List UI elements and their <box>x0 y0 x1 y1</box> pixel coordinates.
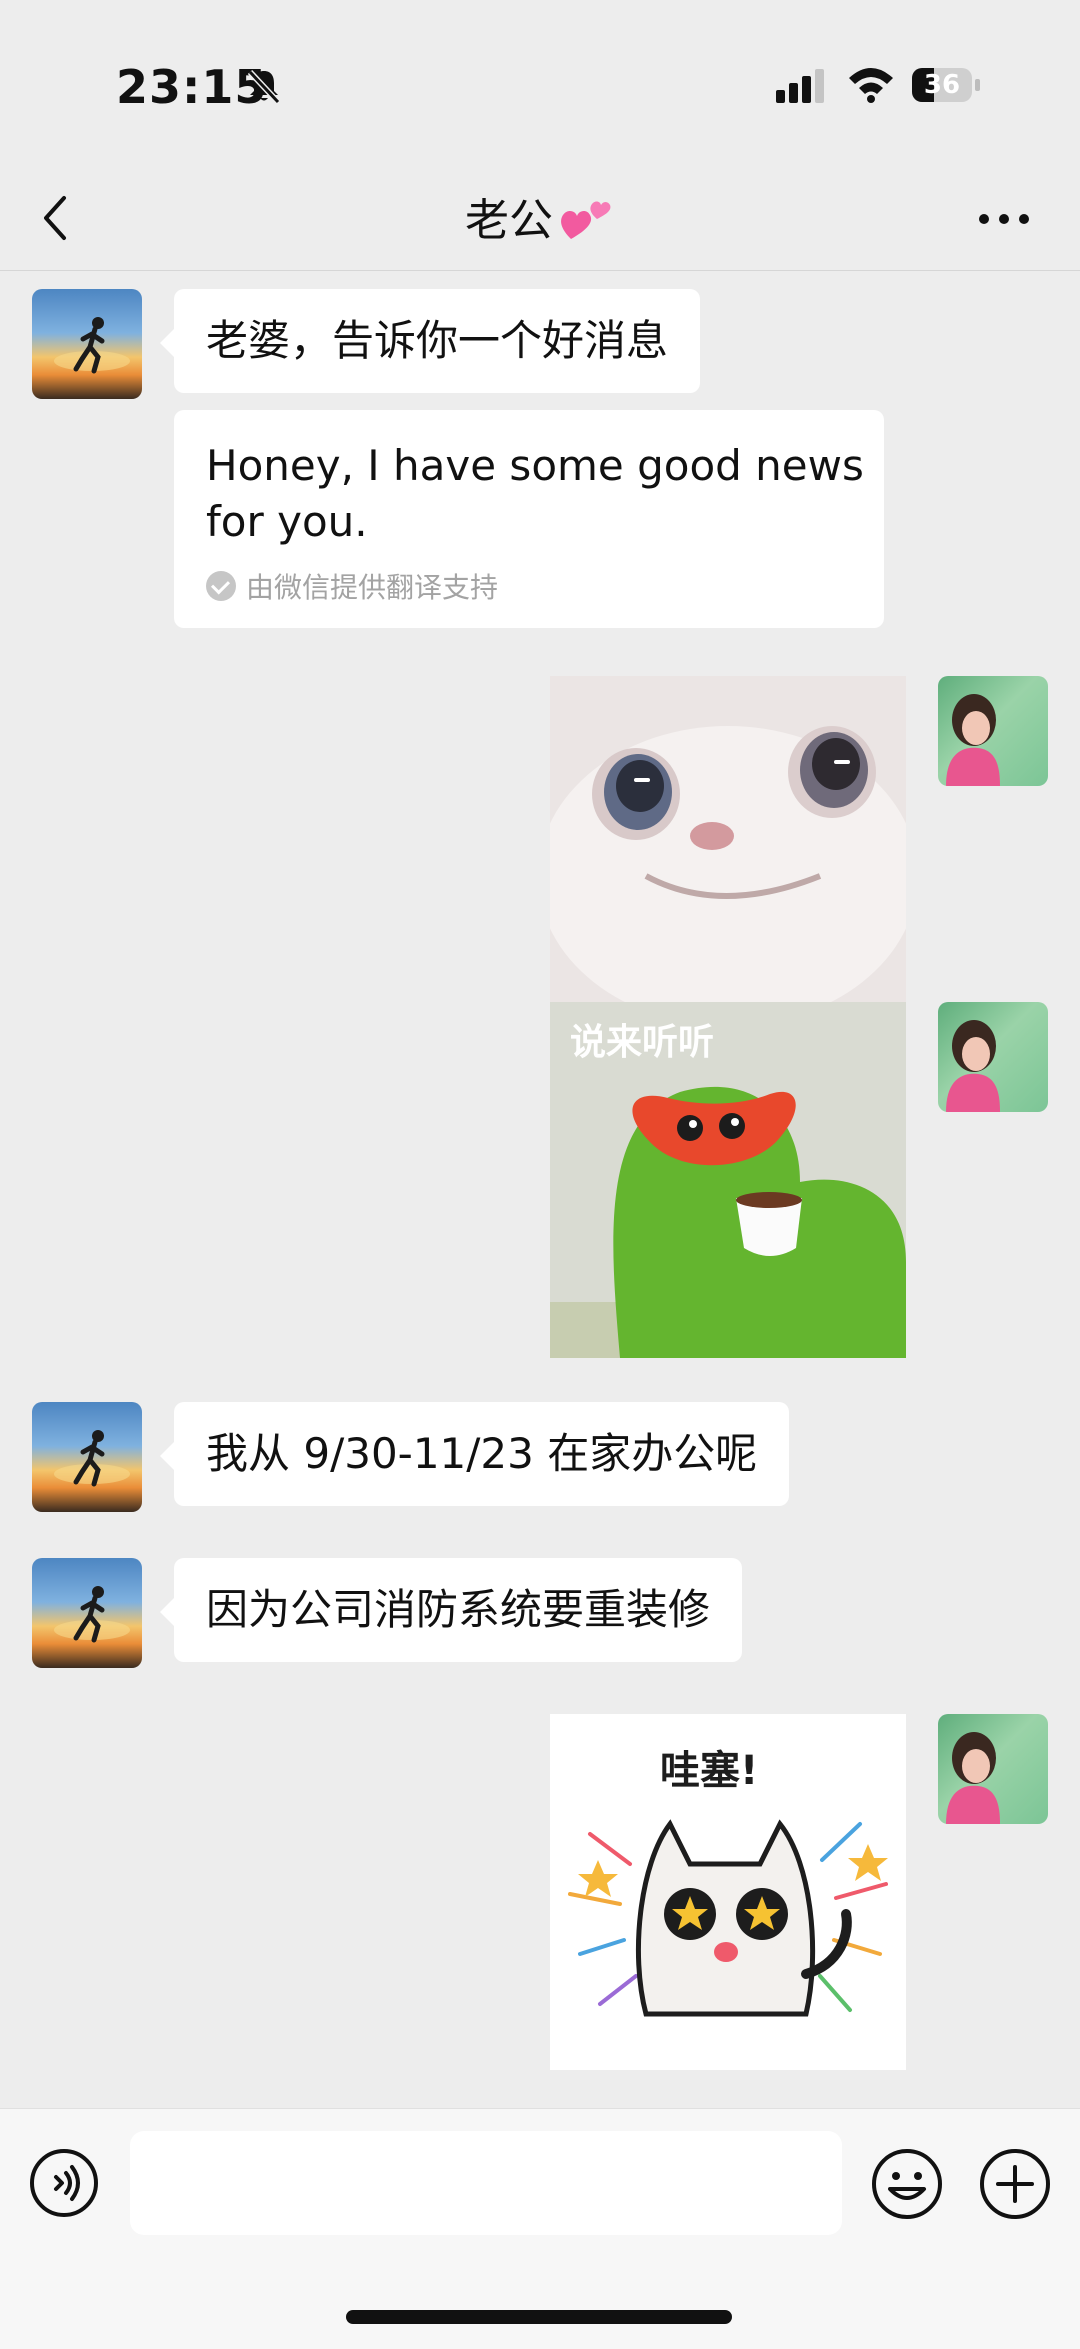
two-hearts-icon <box>561 201 611 239</box>
emoji-icon[interactable] <box>870 2147 944 2221</box>
avatar-husband[interactable] <box>32 289 142 399</box>
green-monster-image: 说来听听 <box>550 1002 906 1358</box>
home-indicator[interactable] <box>346 2310 732 2324</box>
runner-silhouette-icon <box>54 1586 130 1643</box>
runner-silhouette-icon <box>54 317 130 374</box>
translation-note-text: 由微信提供翻译支持 <box>246 571 499 604</box>
message-bubble[interactable]: 因为公司消防系统要重装修 <box>159 1558 743 1662</box>
sticker-green-monster[interactable]: 说来听听 <box>550 1002 906 1358</box>
plus-icon[interactable] <box>978 2147 1052 2221</box>
sticker-caption: 哇塞! <box>660 1748 758 1794</box>
message-text: 因为公司消防系统要重装修 <box>206 1585 711 1634</box>
avatar-wife[interactable] <box>938 1002 1048 1112</box>
message-text: 老婆，告诉你一个好消息 <box>206 316 669 365</box>
chat-title-text: 老公 <box>465 195 553 246</box>
translation-note: 由微信提供翻译支持 <box>206 566 852 606</box>
sticker-wow-cat[interactable]: 哇塞! <box>550 1714 906 2070</box>
message-bubble[interactable]: 老婆，告诉你一个好消息 <box>159 289 701 393</box>
cat-face-image <box>550 676 906 1032</box>
woman-photo-icon <box>946 1020 1000 1112</box>
avatar-wife[interactable] <box>938 1714 1048 1824</box>
translation-text: Honey, I have some good news for you. <box>206 441 864 546</box>
bell-muted-icon <box>247 69 281 105</box>
woman-photo-icon <box>946 694 1000 786</box>
woman-photo-icon <box>946 1732 1000 1824</box>
voice-icon[interactable] <box>28 2147 100 2219</box>
message-input[interactable] <box>130 2131 842 2235</box>
message-text: 我从 9/30-11/23 在家办公呢 <box>206 1429 758 1478</box>
battery-level: 36 <box>923 70 961 100</box>
sticker-caption: 说来听听 <box>570 1022 714 1063</box>
message-bubble[interactable]: 我从 9/30-11/23 在家办公呢 <box>159 1402 790 1506</box>
chat-title: 老公 <box>0 184 1080 248</box>
runner-silhouette-icon <box>54 1430 130 1487</box>
translation-bubble[interactable]: Honey, I have some good news for you. 由微… <box>174 410 884 628</box>
avatar-husband[interactable] <box>32 1402 142 1512</box>
sticker-cat-face[interactable] <box>550 676 906 1032</box>
check-circle-icon <box>206 571 236 601</box>
battery-icon: 36 <box>912 68 982 102</box>
chat-header: 老公 <box>0 170 1080 271</box>
wow-cat-image: 哇塞! <box>550 1714 906 2070</box>
status-bar: 23:15 36 <box>0 0 1080 170</box>
avatar-husband[interactable] <box>32 1558 142 1668</box>
cellular-signal-icon <box>776 69 824 103</box>
avatar-wife[interactable] <box>938 676 1048 786</box>
wifi-icon <box>849 68 893 103</box>
more-dots-icon[interactable] <box>976 204 1032 234</box>
